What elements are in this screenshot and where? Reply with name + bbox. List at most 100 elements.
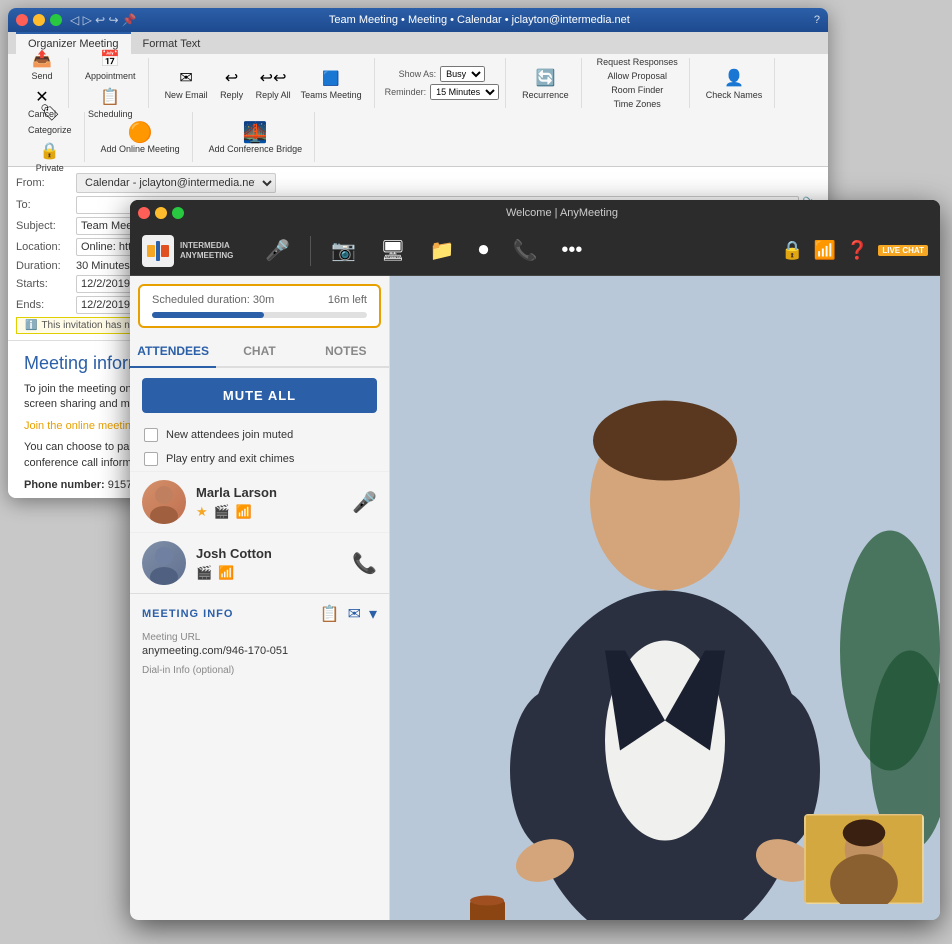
email-icon[interactable]: ✉ [348,604,361,624]
reply-all-button[interactable]: ↩↩ Reply All [252,64,295,102]
conference-bridge-label: Add Conference Bridge [209,144,303,154]
wifi-icon[interactable]: 📶 [814,240,836,261]
copy-icon[interactable]: 📋 [320,604,340,624]
close-btn[interactable] [16,14,28,26]
am-sidebar: Scheduled duration: 30m 16m left ATTENDE… [130,276,390,920]
maximize-btn[interactable] [50,14,62,26]
mute-all-button[interactable]: MUTE ALL [142,378,377,413]
showas-select[interactable]: Busy [440,66,485,82]
meeting-url-label: Meeting URL [142,632,377,643]
starts-label: Starts: [16,278,76,290]
recurrence-label: Recurrence [522,90,569,100]
reminder-label: Reminder: [385,87,427,97]
play-chimes-option: Play entry and exit chimes [130,447,389,471]
more-icon[interactable]: ▾ [369,604,377,624]
pip-video [804,814,924,904]
showas-label: Show As: [399,69,437,79]
screen-share-tool-button[interactable]: 🖥 [372,234,413,267]
tab-format-text[interactable]: Format Text [131,32,213,54]
tab-attendees[interactable]: ATTENDEES [130,336,216,368]
anymeeting-toolbar: INTERMEDIA ANYMEETING 🎤 📷 🖥 📁 ⏺ 📞 [130,226,940,276]
request-responses-button[interactable]: Request Responses [594,56,681,68]
marla-signal-icon: 📶 [236,504,252,520]
am-close-btn[interactable] [138,207,150,219]
josh-video-icon: 🎬 [196,565,212,581]
info-icon: ℹ️ [25,320,37,331]
new-email-button[interactable]: ✉ New Email [161,64,212,102]
from-select[interactable]: Calendar - jclayton@intermedia.net [76,173,276,193]
tab-chat[interactable]: CHAT [216,336,302,366]
marla-video-icon: 🎬 [214,504,230,520]
new-attendees-muted-option: New attendees join muted [130,423,389,447]
am-brand-text: INTERMEDIA ANYMEETING [180,241,233,260]
add-online-meeting-button[interactable]: 🟠 Add Online Meeting [97,118,184,156]
allow-proposal-button[interactable]: Allow Proposal [604,70,670,82]
meeting-url-value: anymeeting.com/946-170-051 [142,645,377,657]
reminder-select[interactable]: 15 Minutes [430,84,499,100]
reply-button[interactable]: ↩ Reply [214,64,250,102]
josh-phone-icon[interactable]: 📞 [352,551,377,576]
check-names-button[interactable]: 👤 Check Names [702,64,767,102]
showas-reminder-group: Show As: Busy Reminder: 15 Minutes [379,58,507,108]
reply-icon: ↩ [220,66,244,90]
duration-time-left: 16m left [328,294,367,306]
nav-arrows[interactable]: ◁ ▷ ↩ ↪ 📌 [70,13,137,27]
live-chat-badge[interactable]: LIVE CHAT [878,245,928,256]
teams-meeting-button[interactable]: 🟦 Teams Meeting [297,64,366,102]
send-icon: 📤 [30,47,54,71]
am-logo-icon [142,235,174,267]
pip-video-content [806,814,922,904]
join-online-link[interactable]: Join the online meeting [24,420,137,432]
am-video-area [390,276,940,920]
reply-all-icon: ↩↩ [261,66,285,90]
camera-icon: 📷 [331,238,356,263]
from-label: From: [16,177,76,189]
phone-icon: 📞 [512,238,537,263]
reply-all-label: Reply All [256,90,291,100]
recurrence-button[interactable]: 🔄 Recurrence [518,64,573,102]
tab-notes[interactable]: NOTES [303,336,389,366]
categorize-icon: 🏷 [38,101,62,125]
meeting-info-section: MEETING INFO 📋 ✉ ▾ Meeting URL anymeetin… [130,593,389,920]
josh-name: Josh Cotton [196,546,342,561]
private-label: Private [36,163,64,173]
window-controls [16,14,62,26]
josh-signal-icon: 📶 [218,565,234,581]
private-button[interactable]: 🔒 Private [32,137,68,175]
time-zones-button[interactable]: Time Zones [611,98,664,110]
josh-info: Josh Cotton 🎬 📶 [196,546,342,581]
camera-tool-button[interactable]: 📷 [323,234,364,267]
phone-tool-button[interactable]: 📞 [504,234,545,267]
help-icon[interactable]: ❓ [846,240,868,261]
duration-progress-fill [152,312,264,318]
add-online-meeting-group: 🟠 Add Online Meeting [89,112,193,162]
am-maximize-btn[interactable] [172,207,184,219]
marla-mic-button[interactable]: 🎤 [352,490,377,515]
files-tool-button[interactable]: 📁 [422,234,463,267]
screen-share-icon: 🖥 [380,238,405,263]
categorize-label: Categorize [28,125,72,135]
add-conference-bridge-button[interactable]: 🌉 Add Conference Bridge [205,118,307,156]
josh-icons: 🎬 📶 [196,565,342,581]
phone-label: Phone number: [24,479,105,491]
mic-icon: 🎤 [265,238,290,263]
play-chimes-checkbox[interactable] [144,452,158,466]
send-button[interactable]: 📤 Send [24,45,60,83]
add-conference-bridge-group: 🌉 Add Conference Bridge [197,112,316,162]
mic-tool-button[interactable]: 🎤 [257,234,298,267]
am-minimize-btn[interactable] [155,207,167,219]
lock-icon[interactable]: 🔒 [781,240,803,261]
appointment-button[interactable]: 📅 Appointment [81,45,140,83]
anymeeting-window-title: Welcome | AnyMeeting [192,207,932,219]
marla-name: Marla Larson [196,485,342,500]
minimize-btn[interactable] [33,14,45,26]
record-tool-button[interactable]: ⏺ [470,235,496,266]
new-attendees-muted-checkbox[interactable] [144,428,158,442]
help-icon[interactable]: ? [814,14,820,26]
room-finder-button[interactable]: Room Finder [608,84,666,96]
dialin-label: Dial-in Info (optional) [142,665,377,676]
more-tool-button[interactable]: ••• [553,235,590,266]
categorize-button[interactable]: 🏷 Categorize [24,99,76,137]
check-names-icon: 👤 [722,66,746,90]
am-tab-bar: ATTENDEES CHAT NOTES [130,336,389,368]
